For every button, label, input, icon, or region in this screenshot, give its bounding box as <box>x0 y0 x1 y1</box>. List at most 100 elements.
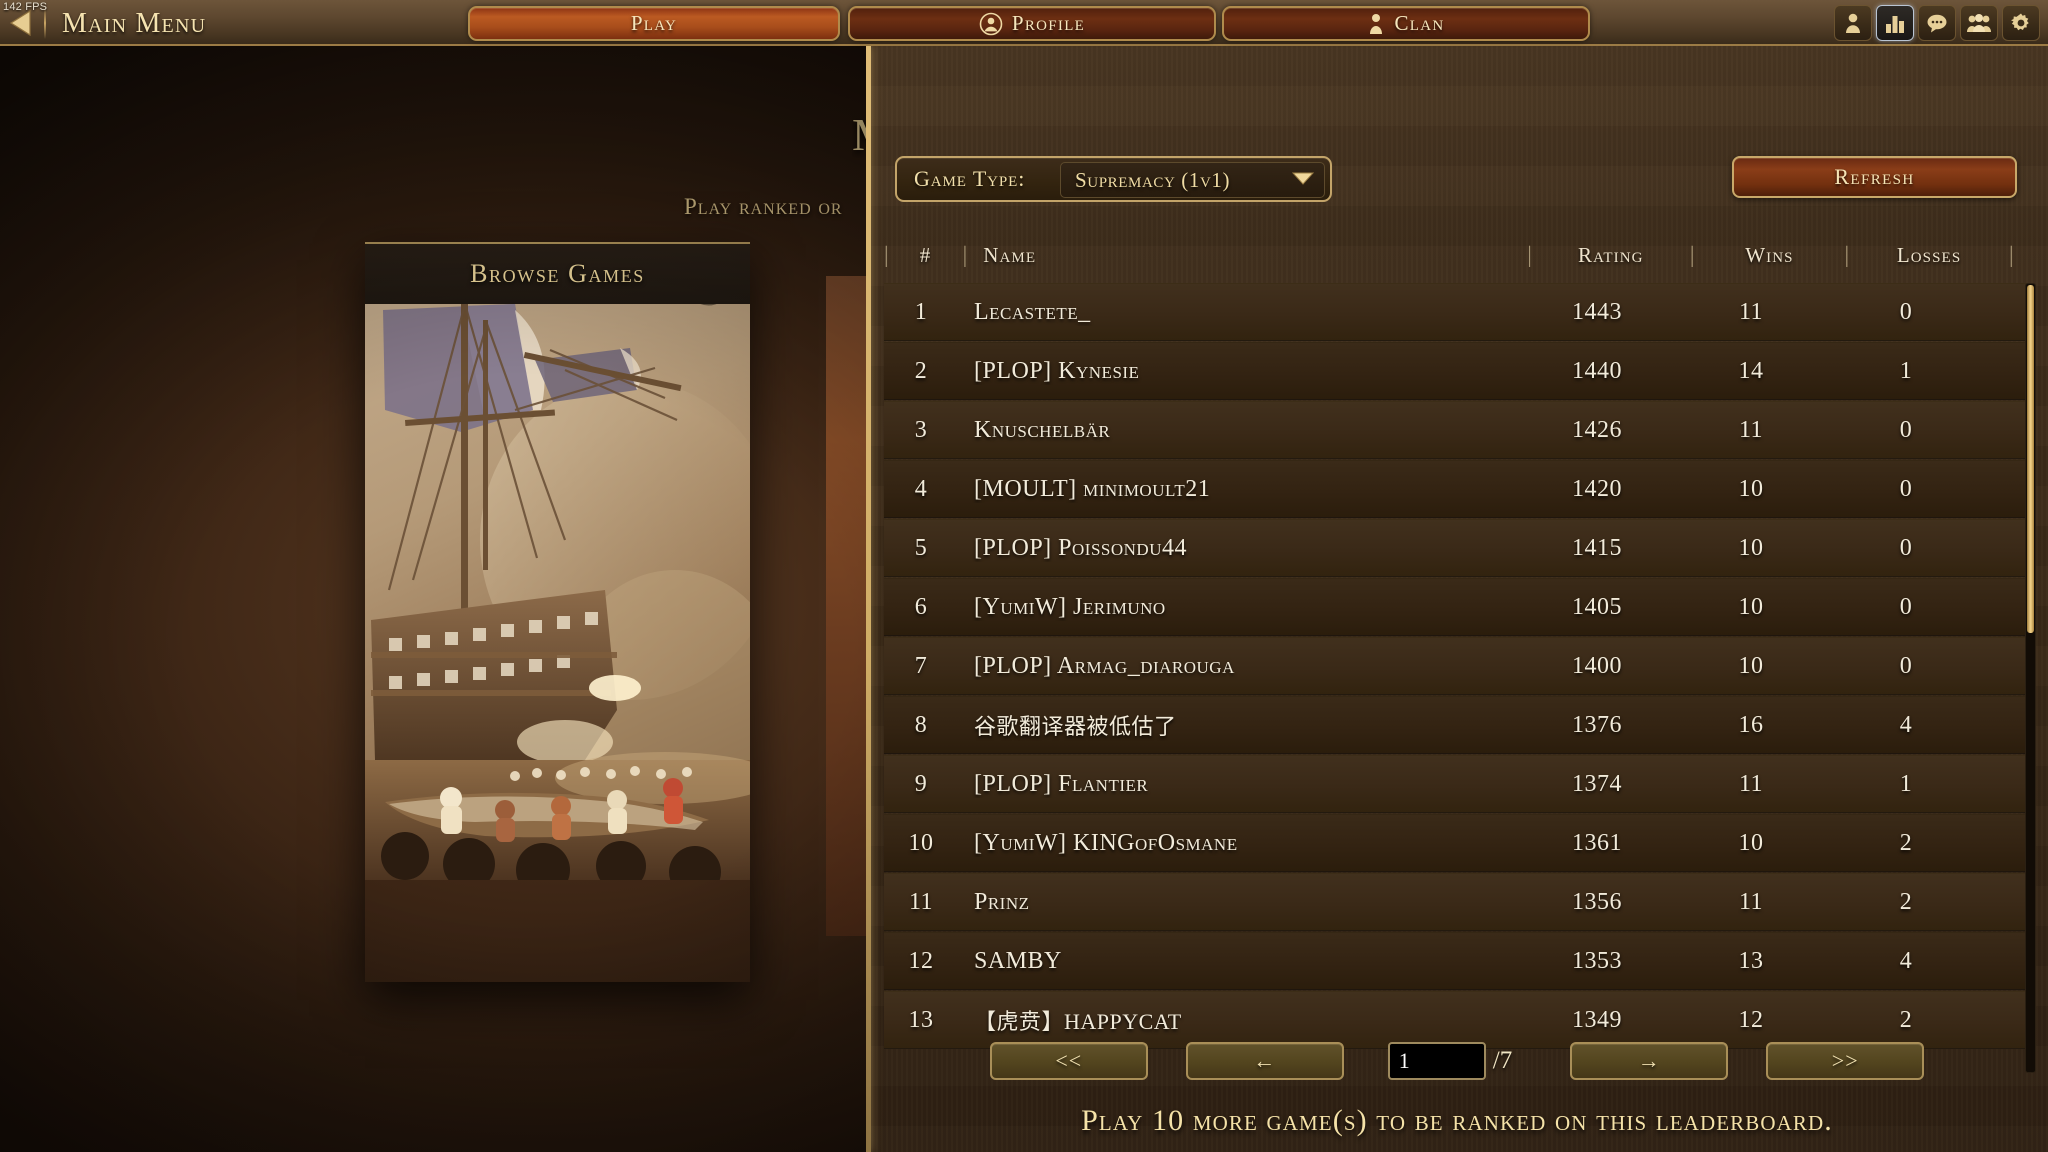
cell-rating: 1376 <box>1572 711 1622 738</box>
cell-wins: 11 <box>1738 770 1764 797</box>
panel-left-edge-glow <box>866 46 871 1152</box>
leaderboard-rows[interactable]: 1 Lecastete_ 1443 11 0 2 [PLOP] Kynesie 1440 14 1… <box>884 283 2030 1073</box>
clan-person-icon <box>1367 12 1385 36</box>
group-people-icon[interactable] <box>1960 5 1998 41</box>
cell-losses: 2 <box>1899 829 1913 856</box>
scrollbar-thumb[interactable] <box>2027 285 2034 633</box>
cell-hash: 7 <box>914 652 928 679</box>
cell-hash: 8 <box>914 711 928 738</box>
cell-name: [YumiW] KINGofOsmane <box>974 829 1238 856</box>
cell-hash: 1 <box>914 298 928 325</box>
table-row[interactable]: 10 [YumiW] KINGofOsmane 1361 10 2 <box>884 814 2030 872</box>
table-row[interactable]: 11 Prinz 1356 11 2 <box>884 873 2030 931</box>
leaderboard-column-headers: | # | Name | Rating | Wins | Losses | <box>884 234 2030 276</box>
table-row[interactable]: 8 谷歌翻译器被低估了 1376 16 4 <box>884 696 2030 754</box>
column-header-name[interactable]: Name <box>967 243 1527 268</box>
cell-losses: 0 <box>1899 593 1913 620</box>
cell-rating: 1361 <box>1572 829 1622 856</box>
game-type-dropdown[interactable]: Supremacy (1v1) <box>1060 162 1325 198</box>
previous-page-button[interactable]: ← <box>1185 1042 1344 1080</box>
person-icon[interactable] <box>1834 5 1872 41</box>
cell-hash: 4 <box>914 475 928 502</box>
cell-wins: 11 <box>1738 888 1764 915</box>
first-page-button[interactable]: << <box>989 1042 1148 1080</box>
game-type-control: Game Type: Supremacy (1v1) <box>895 156 1332 202</box>
cell-rating: 1400 <box>1572 652 1622 679</box>
cell-hash: 3 <box>914 416 928 443</box>
cell-wins: 16 <box>1738 711 1764 738</box>
cell-wins: 11 <box>1738 298 1764 325</box>
column-header-rating[interactable]: Rating <box>1532 243 1690 268</box>
cell-wins: 14 <box>1738 357 1764 384</box>
column-header-losses[interactable]: Losses <box>1849 243 2009 268</box>
last-page-button[interactable]: >> <box>1766 1042 1925 1080</box>
page-number-input[interactable] <box>1387 1042 1486 1080</box>
tab-clan[interactable]: Clan <box>1222 6 1590 41</box>
cell-wins: 10 <box>1738 652 1764 679</box>
column-header-wins[interactable]: Wins <box>1694 243 1844 268</box>
cell-name: Knuschelbär <box>974 416 1111 443</box>
cell-losses: 0 <box>1899 534 1913 561</box>
cell-name: Lecastete_ <box>974 298 1091 325</box>
table-row[interactable]: 4 [MOULT] minimoult21 1420 10 0 <box>884 460 2030 518</box>
cell-hash: 2 <box>914 357 928 384</box>
cell-rating: 1440 <box>1572 357 1622 384</box>
cell-wins: 10 <box>1738 829 1764 856</box>
column-separator: | <box>1527 242 1532 267</box>
cell-wins: 10 <box>1738 534 1764 561</box>
table-row[interactable]: 3 Knuschelbär 1426 11 0 <box>884 401 2030 459</box>
table-row[interactable]: 1 Lecastete_ 1443 11 0 <box>884 283 2030 341</box>
cell-losses: 0 <box>1899 475 1913 502</box>
column-separator: | <box>884 242 889 267</box>
cell-losses: 0 <box>1899 298 1913 325</box>
cell-losses: 1 <box>1899 770 1913 797</box>
cell-hash: 13 <box>908 1006 934 1033</box>
cell-name: [PLOP] Kynesie <box>974 357 1140 384</box>
chevron-down-icon <box>1291 171 1315 190</box>
table-row[interactable]: 2 [PLOP] Kynesie 1440 14 1 <box>884 342 2030 400</box>
refresh-button[interactable]: Refresh <box>1732 156 2017 198</box>
cell-rating: 1349 <box>1572 1006 1622 1033</box>
cell-name: [YumiW] Jerimuno <box>974 593 1166 620</box>
cell-hash: 11 <box>908 888 934 915</box>
column-separator: | <box>1689 242 1695 267</box>
last-page-label: >> <box>1831 1048 1859 1073</box>
cell-name: Prinz <box>974 888 1030 915</box>
table-row[interactable]: 7 [PLOP] Armag_diarouga 1400 10 0 <box>884 637 2030 695</box>
table-row[interactable]: 9 [PLOP] Flantier 1374 11 1 <box>884 755 2030 813</box>
gear-settings-icon[interactable] <box>2002 5 2040 41</box>
leaderboard-panel: Game Type: Supremacy (1v1) Refresh | # |… <box>866 46 2048 1152</box>
cell-hash: 9 <box>914 770 928 797</box>
cell-hash: 5 <box>914 534 928 561</box>
refresh-button-label: Refresh <box>1834 164 1915 189</box>
tab-clan-label: Clan <box>1394 11 1445 35</box>
stats-bar-chart-icon[interactable] <box>1876 5 1914 41</box>
fps-counter: 142 FPS <box>3 1 48 13</box>
cell-losses: 4 <box>1899 711 1913 738</box>
tab-profile[interactable]: Profile <box>848 6 1216 41</box>
next-page-button[interactable]: → <box>1570 1042 1729 1080</box>
cell-rating: 1405 <box>1572 593 1622 620</box>
tab-play-label: Play <box>630 11 678 35</box>
column-separator: | <box>1844 242 1850 267</box>
chat-bubble-icon[interactable] <box>1918 5 1956 41</box>
table-row[interactable]: 12 SAMBY 1353 13 4 <box>884 932 2030 990</box>
cell-name: [PLOP] Poissondu44 <box>974 534 1187 561</box>
column-header-rank[interactable]: # <box>889 243 963 268</box>
table-row[interactable]: 5 [PLOP] Poissondu44 1415 10 0 <box>884 519 2030 577</box>
game-type-value: Supremacy (1v1) <box>1075 167 1231 192</box>
column-separator: | <box>2009 242 2014 267</box>
leaderboard-scrollbar[interactable] <box>2025 283 2036 1073</box>
tab-profile-label: Profile <box>1011 11 1086 35</box>
header-icon-cluster <box>1834 5 2040 41</box>
cell-wins: 10 <box>1738 593 1764 620</box>
profile-person-icon <box>979 12 1003 36</box>
tab-play[interactable]: Play <box>468 6 840 41</box>
cell-wins: 10 <box>1738 475 1764 502</box>
cell-wins: 12 <box>1738 1006 1764 1033</box>
cell-rating: 1374 <box>1572 770 1622 797</box>
cell-name: 谷歌翻译器被低估了 <box>974 714 1177 739</box>
top-navigation-bar: 142 FPS Main Menu Play Profile Clan <box>0 0 2048 46</box>
table-row[interactable]: 6 [YumiW] Jerimuno 1405 10 0 <box>884 578 2030 636</box>
column-separator: | <box>962 242 968 267</box>
